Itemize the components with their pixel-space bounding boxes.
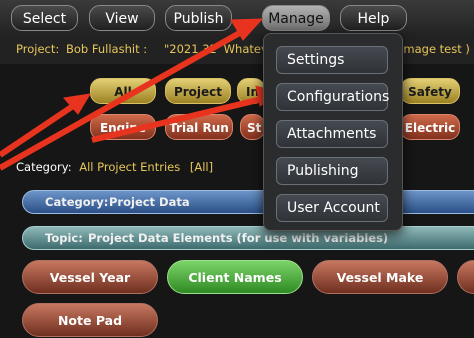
- menu-item-settings[interactable]: Settings: [276, 46, 388, 74]
- menu-item-configurations[interactable]: Configurations: [276, 83, 389, 111]
- arrow-line-manage: [0, 23, 254, 171]
- menu-item-attachments[interactable]: Attachments: [276, 120, 388, 148]
- manage-dropdown-menu: Settings Configurations Attachments Publ…: [263, 33, 403, 231]
- menu-item-user-account[interactable]: User Account: [276, 194, 388, 222]
- menu-item-publishing[interactable]: Publishing: [276, 157, 388, 185]
